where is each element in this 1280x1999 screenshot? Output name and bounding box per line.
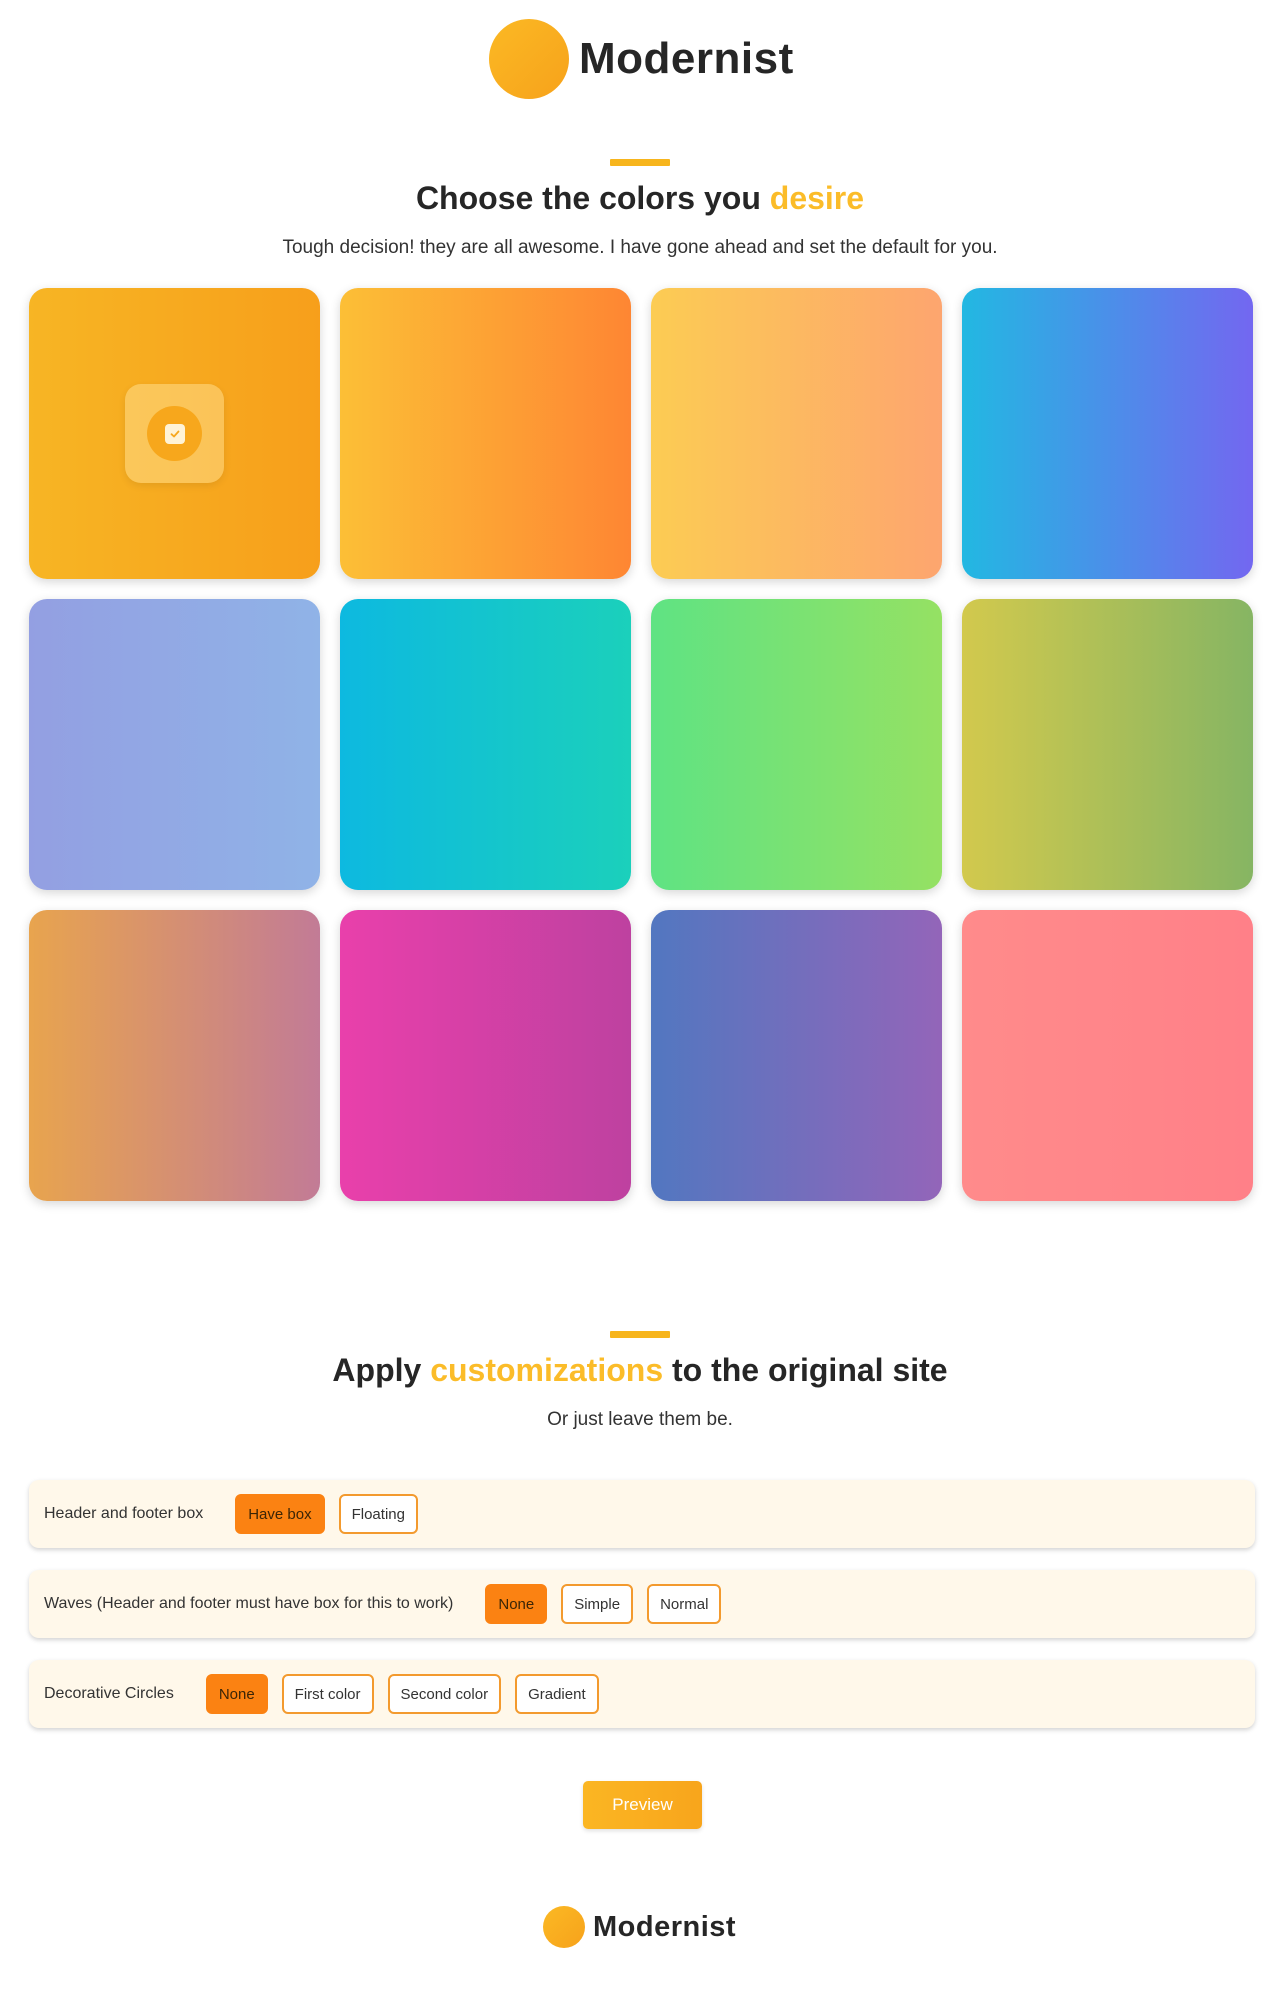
color-swatch-grid: [29, 288, 1255, 1201]
preview-button[interactable]: Preview: [583, 1781, 702, 1829]
accent-bar: [610, 1331, 670, 1338]
colors-section-header: Choose the colors you desire Tough decis…: [0, 159, 1280, 259]
option-button-circles-none[interactable]: None: [205, 1674, 268, 1714]
swatch-9[interactable]: [29, 910, 320, 1201]
colors-title-highlight: desire: [769, 180, 865, 216]
custom-title-pre: Apply: [332, 1352, 431, 1388]
header-brand[interactable]: Modernist: [489, 19, 794, 99]
colors-section-subtitle: Tough decision! they are all awesome. I …: [282, 237, 998, 258]
option-label: Header and footer box: [44, 1505, 204, 1522]
custom-title-highlight: customizations: [430, 1352, 664, 1388]
option-row-waves: Waves (Header and footer must have box f…: [29, 1570, 1255, 1638]
logo-circle-icon: [489, 19, 569, 99]
swatch-12[interactable]: [962, 910, 1253, 1201]
option-button-waves-simple[interactable]: Simple: [561, 1584, 634, 1624]
customizations-section-header: Apply customizations to the original sit…: [0, 1331, 1280, 1431]
customizations-section-title: Apply customizations to the original sit…: [0, 1352, 1280, 1389]
selected-circle: [147, 406, 202, 461]
swatch-11[interactable]: [651, 910, 942, 1201]
brand-name: Modernist: [593, 1910, 737, 1943]
swatch-7[interactable]: [651, 599, 942, 890]
swatch-8[interactable]: [962, 599, 1253, 890]
swatch-5[interactable]: [29, 599, 320, 890]
option-button-waves-normal[interactable]: Normal: [647, 1584, 722, 1624]
logo-circle-icon: [543, 1906, 585, 1948]
swatch-1[interactable]: [29, 288, 320, 579]
option-button-first-color[interactable]: First color: [281, 1674, 374, 1714]
option-row-decorative-circles: Decorative Circles None First color Seco…: [29, 1660, 1255, 1728]
option-label: Decorative Circles: [44, 1685, 174, 1702]
swatch-2[interactable]: [340, 288, 631, 579]
footer-brand[interactable]: Modernist: [543, 1906, 736, 1948]
swatch-4[interactable]: [962, 288, 1253, 579]
swatch-3[interactable]: [651, 288, 942, 579]
brand-name: Modernist: [579, 34, 794, 83]
option-row-header-footer-box: Header and footer box Have box Floating: [29, 1480, 1255, 1548]
swatch-6[interactable]: [340, 599, 631, 890]
selected-indicator: [125, 384, 224, 483]
option-button-gradient[interactable]: Gradient: [515, 1674, 599, 1714]
colors-section-title: Choose the colors you desire: [0, 180, 1280, 217]
colors-title-text: Choose the colors you: [415, 180, 770, 216]
option-button-second-color[interactable]: Second color: [387, 1674, 502, 1714]
customizations-section-subtitle: Or just leave them be.: [547, 1409, 733, 1430]
option-button-have-box[interactable]: Have box: [235, 1494, 325, 1534]
custom-title-post: to the original site: [663, 1352, 948, 1388]
check-square-icon: [164, 423, 185, 444]
option-label: Waves (Header and footer must have box f…: [44, 1595, 454, 1612]
option-button-floating[interactable]: Floating: [338, 1494, 418, 1534]
accent-bar: [610, 159, 670, 166]
swatch-10[interactable]: [340, 910, 631, 1201]
option-button-waves-none[interactable]: None: [485, 1584, 548, 1624]
